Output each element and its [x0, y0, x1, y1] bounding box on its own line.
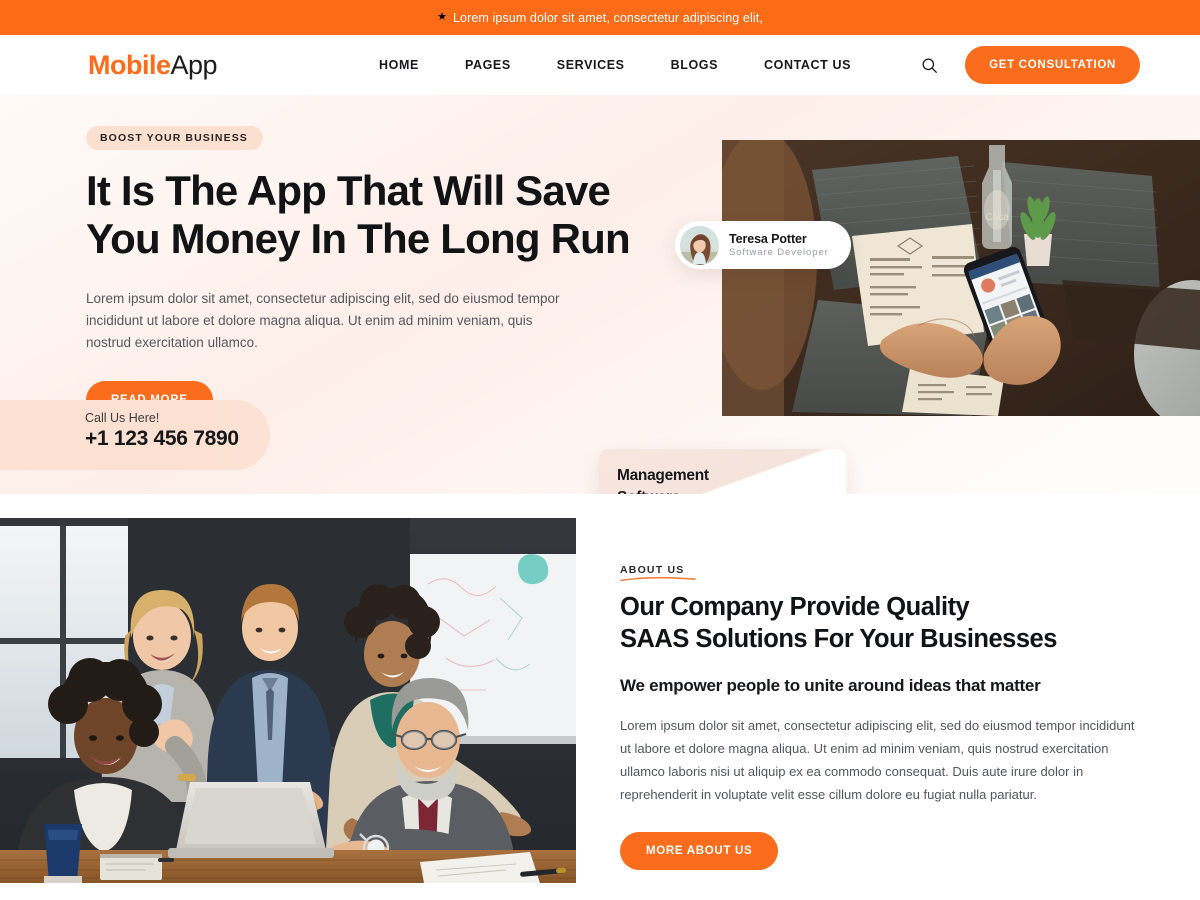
site-header: MobileApp HOME PAGES SERVICES BLOGS CONT…: [0, 35, 1200, 95]
hero-badge: BOOST YOUR BUSINESS: [86, 126, 263, 150]
about-section: ABOUT US Our Company Provide Quality SAA…: [0, 494, 1200, 900]
about-content: ABOUT US Our Company Provide Quality SAA…: [620, 560, 1140, 870]
management-software-card: Management Software Transactions 98 Tota…: [599, 449, 846, 494]
call-us-label: Call Us Here!: [85, 411, 160, 425]
profile-name: Teresa Potter: [729, 232, 807, 246]
about-title-line-1: Our Company Provide Quality: [620, 593, 970, 621]
about-title-line-2: SAAS Solutions For Your Businesses: [620, 625, 1057, 653]
nav-item-blogs[interactable]: BLOGS: [671, 58, 718, 72]
nav-item-home[interactable]: HOME: [379, 58, 419, 72]
card-title-line-2: Software: [617, 489, 680, 494]
profile-role: Software Developer: [729, 247, 829, 258]
more-about-us-button[interactable]: MORE ABOUT US: [620, 832, 779, 870]
call-us-number: +1 123 456 7890: [85, 427, 239, 450]
hero-description: Lorem ipsum dolor sit amet, consectetur …: [86, 291, 560, 350]
hero-title-line-1: It Is The App That Will Save: [86, 167, 611, 214]
card-title: Management Software: [617, 465, 828, 494]
card-content: Management Software Transactions 98 Tota…: [599, 449, 846, 494]
profile-card: Teresa Potter Software Developer: [675, 221, 851, 269]
logo-secondary: App: [170, 49, 218, 80]
profile-text: Teresa Potter Software Developer: [729, 232, 829, 258]
about-description: Lorem ipsum dolor sit amet, consectetur …: [620, 718, 1135, 802]
about-subtitle: We empower people to unite around ideas …: [620, 676, 1041, 695]
search-icon[interactable]: [919, 55, 939, 75]
get-consultation-button[interactable]: GET CONSULTATION: [965, 46, 1140, 84]
logo[interactable]: MobileApp: [88, 49, 218, 81]
about-eyebrow: ABOUT US: [620, 564, 696, 582]
card-title-line-1: Management: [617, 467, 709, 484]
main-navigation: HOME PAGES SERVICES BLOGS CONTACT US: [379, 58, 851, 72]
eyebrow-underline-decoration: [620, 576, 696, 582]
about-title: Our Company Provide Quality SAAS Solutio…: [620, 591, 1140, 655]
hero-image: Coca: [722, 140, 1200, 416]
avatar: [680, 225, 719, 265]
announcement-text: Lorem ipsum dolor sit amet, consectetur …: [452, 10, 763, 25]
announcement-bar: ★ Lorem ipsum dolor sit amet, consectetu…: [0, 0, 1200, 35]
star-icon: ★: [437, 11, 447, 23]
hero-title-line-2: You Money In The Long Run: [86, 215, 631, 262]
nav-item-pages[interactable]: PAGES: [465, 58, 511, 72]
hero-content: BOOST YOUR BUSINESS It Is The App That W…: [86, 126, 646, 419]
hero-section: Coca BOOST YOUR BUSINESS It Is The App T…: [0, 95, 1200, 494]
nav-item-services[interactable]: SERVICES: [557, 58, 625, 72]
svg-text:Coca: Coca: [985, 212, 1009, 223]
header-actions: GET CONSULTATION: [919, 46, 1140, 84]
nav-item-contact-us[interactable]: CONTACT US: [764, 58, 851, 72]
about-image: [0, 518, 576, 883]
hero-title: It Is The App That Will Save You Money I…: [86, 167, 646, 263]
logo-primary: Mobile: [88, 49, 171, 80]
call-us-banner[interactable]: Call Us Here! +1 123 456 7890: [0, 400, 270, 470]
